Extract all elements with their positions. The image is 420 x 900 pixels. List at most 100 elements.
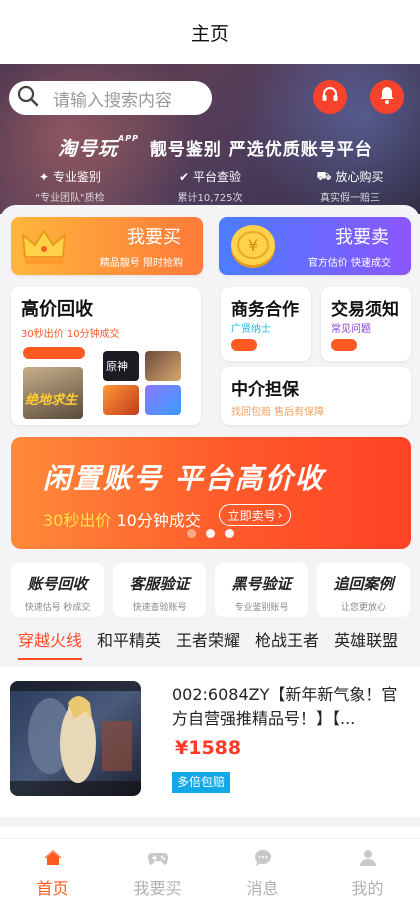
slogan-text: 靓号鉴别 严选优质账号平台	[149, 140, 373, 160]
cooperation-title: 商务合作	[231, 300, 299, 320]
recycle-card[interactable]: 高价回收 30秒出价 10分钟成交 绝地求生 原神	[11, 287, 201, 425]
game-thumb	[145, 385, 181, 415]
banner-sub: 30秒出价 10分钟成交	[43, 507, 201, 531]
hero-slogan: 淘号玩APP 靓号鉴别 严选优质账号平台	[58, 134, 373, 161]
product-title: 002:6084ZY【新年新气象！官方自营强推精品号！】【...	[172, 685, 398, 728]
car-icon: ⛟	[316, 168, 332, 183]
sell-card[interactable]: ¥ 我要卖 官方估价 快速成交	[219, 217, 411, 275]
service-account-recycle[interactable]: 账号回收 快速估号 秒成交	[11, 563, 104, 617]
tab-lol[interactable]: 英雄联盟	[334, 627, 398, 651]
notice-pill	[331, 339, 357, 351]
pagination-dot[interactable]	[186, 529, 196, 538]
banner-sub-highlight: 30秒出价	[43, 511, 112, 530]
game-tabs: 穿越火线 和平精英 王者荣耀 枪战王者 英雄联盟	[0, 617, 420, 661]
feature-sub: 真实假一赔三	[320, 193, 380, 204]
nav-label: 消息	[246, 879, 279, 898]
notice-title: 交易须知	[331, 300, 399, 320]
user-icon	[358, 849, 378, 871]
feature-item: ⛟ 放心购买 真实假一赔三	[280, 168, 420, 205]
genshin-game-image: 原神	[103, 351, 139, 381]
service-title: 追回案例	[333, 575, 394, 593]
pagination-dot[interactable]	[205, 529, 215, 538]
notification-button[interactable]	[370, 80, 404, 114]
feature-title: 平台查验	[193, 170, 242, 184]
sell-title: 我要卖	[335, 227, 389, 248]
pubg-label: 绝地求生	[25, 393, 78, 408]
tab-gun-king[interactable]: 枪战王者	[255, 627, 319, 651]
service-title: 账号回收	[27, 575, 88, 593]
service-recovery-cases[interactable]: 追回案例 让您更放心	[317, 563, 410, 617]
message-icon	[253, 849, 273, 871]
service-cs-verify[interactable]: 客服验证 快速查验账号	[113, 563, 206, 617]
notice-card[interactable]: 交易须知 常见问题	[321, 287, 411, 361]
feature-list: ✦ 专业鉴别 "专业团队"质检 ✔ 平台查验 累计10,725次 ⛟ 放心购买 真实假…	[0, 168, 420, 205]
nav-profile[interactable]: 我的	[315, 839, 420, 900]
service-sub: 快速查验账号	[132, 603, 187, 613]
headset-icon	[320, 85, 340, 109]
nav-label: 首页	[36, 879, 69, 898]
svg-text:¥: ¥	[248, 236, 258, 255]
chevron-right-icon: ›	[277, 508, 283, 522]
nav-messages[interactable]: 消息	[210, 839, 315, 900]
brand-logo: 淘号玩	[58, 138, 119, 160]
crown-icon	[19, 223, 69, 273]
buy-card[interactable]: 我要买 精品靓号 限时抢购	[11, 217, 203, 275]
cooperation-sub: 广贤纳士	[231, 324, 271, 335]
customer-service-button[interactable]	[313, 80, 347, 114]
service-sub: 快速估号 秒成交	[24, 603, 91, 613]
search-input[interactable]: 请输入搜索内容	[9, 81, 212, 115]
search-placeholder: 请输入搜索内容	[53, 90, 172, 111]
game-thumb	[103, 385, 139, 415]
brand-sup: APP	[118, 134, 139, 143]
bell-icon	[377, 85, 397, 109]
banner-title: 闲置账号 平台高价收	[43, 462, 325, 495]
bottom-nav: 首页 我要买 消息 我的	[0, 838, 420, 900]
product-image	[10, 681, 141, 796]
gamepad-icon	[147, 849, 169, 871]
pagination-dot[interactable]	[224, 529, 234, 538]
nav-label: 我要买	[133, 879, 182, 898]
fingerprint-icon: ✦	[38, 169, 50, 184]
escrow-card[interactable]: 中介担保 找回包赔 售后有保障	[221, 367, 411, 425]
sell-now-button[interactable]: 立即卖号 ›	[219, 504, 291, 526]
recycle-sub: 30秒出价 10分钟成交	[21, 329, 120, 340]
sell-now-label: 立即卖号	[227, 508, 276, 523]
service-sub: 让您更放心	[340, 603, 386, 613]
recycle-pill	[23, 347, 85, 359]
feature-item: ✔ 平台查验 累计10,725次	[140, 168, 280, 205]
product-price: ¥1588	[175, 737, 242, 759]
service-black-verify[interactable]: 黑号验证 专业鉴别账号	[215, 563, 308, 617]
escrow-sub: 找回包赔 售后有保障	[231, 407, 325, 418]
nav-label: 我的	[351, 879, 384, 898]
service-list: 账号回收 快速估号 秒成交 客服验证 快速查验账号 黑号验证 专业鉴别账号 追回…	[11, 563, 411, 617]
feature-title: 专业鉴别	[53, 170, 102, 184]
cooperation-pill	[231, 339, 257, 351]
coin-icon: ¥	[227, 221, 279, 275]
hero-banner: 请输入搜索内容 淘号玩APP 靓号鉴别 严选优质账号平台 ✦ 专业鉴别 "专业团队…	[0, 64, 420, 214]
cooperation-card[interactable]: 商务合作 广贤纳士	[221, 287, 311, 361]
feature-title: 放心购买	[335, 170, 384, 184]
tab-pubg-mobile[interactable]: 和平精英	[97, 627, 161, 651]
main-panel: 我要买 精品靓号 限时抢购 ¥ 我要卖 官方估价 快速成交 高价回收 30秒出价…	[0, 205, 420, 847]
notice-sub: 常见问题	[331, 324, 371, 335]
service-title: 黑号验证	[231, 575, 292, 593]
sell-sub: 官方估价 快速成交	[307, 258, 391, 269]
game-thumb	[145, 351, 181, 381]
service-sub: 专业鉴别账号	[234, 603, 289, 613]
page-title: 主页	[190, 22, 229, 45]
tab-honor-of-kings[interactable]: 王者荣耀	[176, 627, 240, 651]
tab-cf[interactable]: 穿越火线	[18, 627, 83, 660]
feature-sub: 累计10,725次	[177, 193, 243, 204]
top-bar: 主页	[0, 0, 420, 64]
buy-sub: 精品靓号 限时抢购	[99, 258, 183, 269]
nav-buy[interactable]: 我要买	[105, 839, 210, 900]
buy-title: 我要买	[127, 227, 181, 248]
product-card[interactable]: 002:6084ZY【新年新气象！官方自营强推精品号！】【... ¥1588 多…	[0, 667, 420, 817]
service-title: 客服验证	[129, 575, 190, 593]
pubg-game-image: 绝地求生	[23, 367, 83, 419]
search-icon	[17, 85, 39, 111]
nav-home[interactable]: 首页	[0, 839, 105, 900]
product-tag: 多倍包赔	[172, 772, 231, 793]
banner-sub-rest: 10分钟成交	[111, 511, 201, 530]
feature-item: ✦ 专业鉴别 "专业团队"质检	[0, 168, 140, 205]
